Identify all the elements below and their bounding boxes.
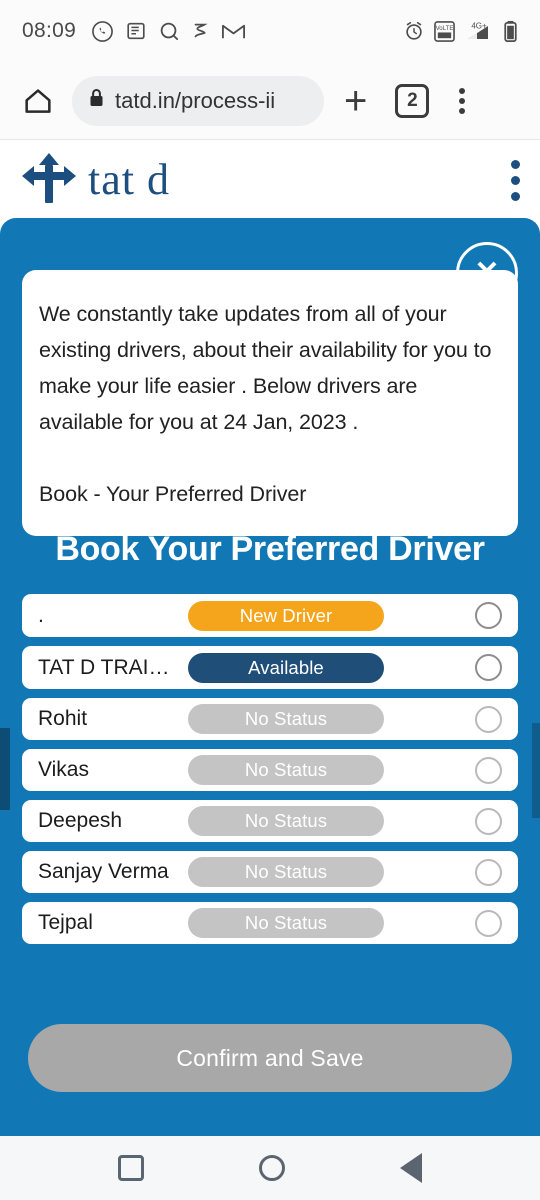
svg-text:VoLTE: VoLTE (436, 25, 454, 32)
status-badge: New Driver (188, 600, 384, 631)
gmail-icon (221, 21, 246, 42)
url-bar[interactable]: tatd.in/process-ii (72, 75, 324, 126)
driver-select-radio[interactable] (475, 654, 502, 681)
search-icon (158, 20, 181, 43)
driver-name: Deepesh (38, 809, 123, 832)
status-bar-right: VoLTE 4G+ (403, 20, 518, 43)
table-row[interactable]: Deepesh No Status (22, 800, 518, 842)
driver-select-radio[interactable] (475, 756, 502, 784)
site-logo[interactable]: tat d (22, 151, 170, 210)
browser-toolbar: tatd.in/process-ii + 2 (0, 62, 540, 140)
status-bar-left: 08:09 (22, 19, 246, 43)
table-row[interactable]: Tejpal No Status (22, 902, 518, 944)
phone-screen: 08:09 VoLTE 4G+ tatd.in/process-ii + 2 t… (0, 0, 540, 1200)
info-paragraph-1: We constantly take updates from all of y… (39, 302, 492, 434)
status-badge: No Status (188, 806, 384, 836)
scroll-edge-right (532, 723, 540, 818)
driver-select-radio[interactable] (475, 909, 502, 937)
driver-name: Rohit (38, 707, 88, 730)
table-row[interactable]: TAT D TRAI… Available (22, 646, 518, 689)
recents-button-icon[interactable] (117, 1155, 144, 1181)
browser-menu-icon[interactable] (459, 87, 466, 114)
table-row[interactable]: Sanjay Verma No Status (22, 851, 518, 893)
table-row[interactable]: Vikas No Status (22, 749, 518, 791)
status-bar: 08:09 VoLTE 4G+ (0, 0, 540, 62)
driver-name: TAT D TRAI… (38, 655, 170, 679)
status-badge: No Status (188, 755, 384, 785)
driver-select-radio[interactable] (475, 602, 502, 629)
home-icon[interactable] (22, 85, 54, 117)
home-button-icon[interactable] (258, 1155, 285, 1181)
driver-name: Sanjay Verma (38, 860, 169, 883)
tab-switcher-button[interactable]: 2 (395, 83, 430, 118)
site-header: tat d (0, 140, 540, 220)
driver-name: Tejpal (38, 911, 93, 934)
news-icon (125, 20, 147, 42)
scroll-edge-left (0, 728, 10, 810)
android-nav-bar (0, 1136, 540, 1200)
signal-4g-plus-icon: 4G+ (464, 20, 494, 42)
info-card: We constantly take updates from all of y… (22, 270, 518, 536)
new-tab-button[interactable]: + (344, 81, 367, 121)
lock-icon (88, 88, 105, 113)
directional-arrows-logo-icon (22, 151, 76, 210)
status-badge: Available (188, 652, 384, 683)
driver-select-radio[interactable] (475, 807, 502, 835)
volte-icon: VoLTE (434, 20, 455, 42)
page-title: Book Your Preferred Driver (55, 530, 485, 568)
table-row[interactable]: Rohit No Status (22, 698, 518, 740)
driver-select-radio[interactable] (475, 858, 502, 886)
brand-name: tat d (88, 155, 170, 204)
status-badge: No Status (188, 857, 384, 887)
driver-name: Vikas (38, 758, 89, 781)
status-badge: No Status (188, 704, 384, 734)
alarm-icon (403, 20, 425, 42)
confirm-and-save-button[interactable]: Confirm and Save (28, 1024, 512, 1092)
booking-modal: ✕ We constantly take updates from all of… (0, 218, 540, 1136)
table-row[interactable]: . New Driver (22, 594, 518, 637)
info-paragraph-2: Book - Your Preferred Driver (39, 482, 307, 506)
status-bar-clock: 08:09 (22, 19, 77, 42)
back-button-icon[interactable] (400, 1153, 423, 1183)
status-badge: No Status (188, 908, 384, 938)
url-text: tatd.in/process-ii (115, 87, 276, 113)
battery-icon (503, 20, 518, 43)
driver-select-radio[interactable] (475, 705, 502, 733)
whatsapp-icon (91, 20, 114, 43)
driver-name: . (38, 603, 44, 627)
app-icon (192, 20, 210, 42)
driver-list: . New Driver TAT D TRAI… Available Rohit… (22, 594, 518, 953)
site-menu-icon[interactable] (511, 159, 520, 201)
